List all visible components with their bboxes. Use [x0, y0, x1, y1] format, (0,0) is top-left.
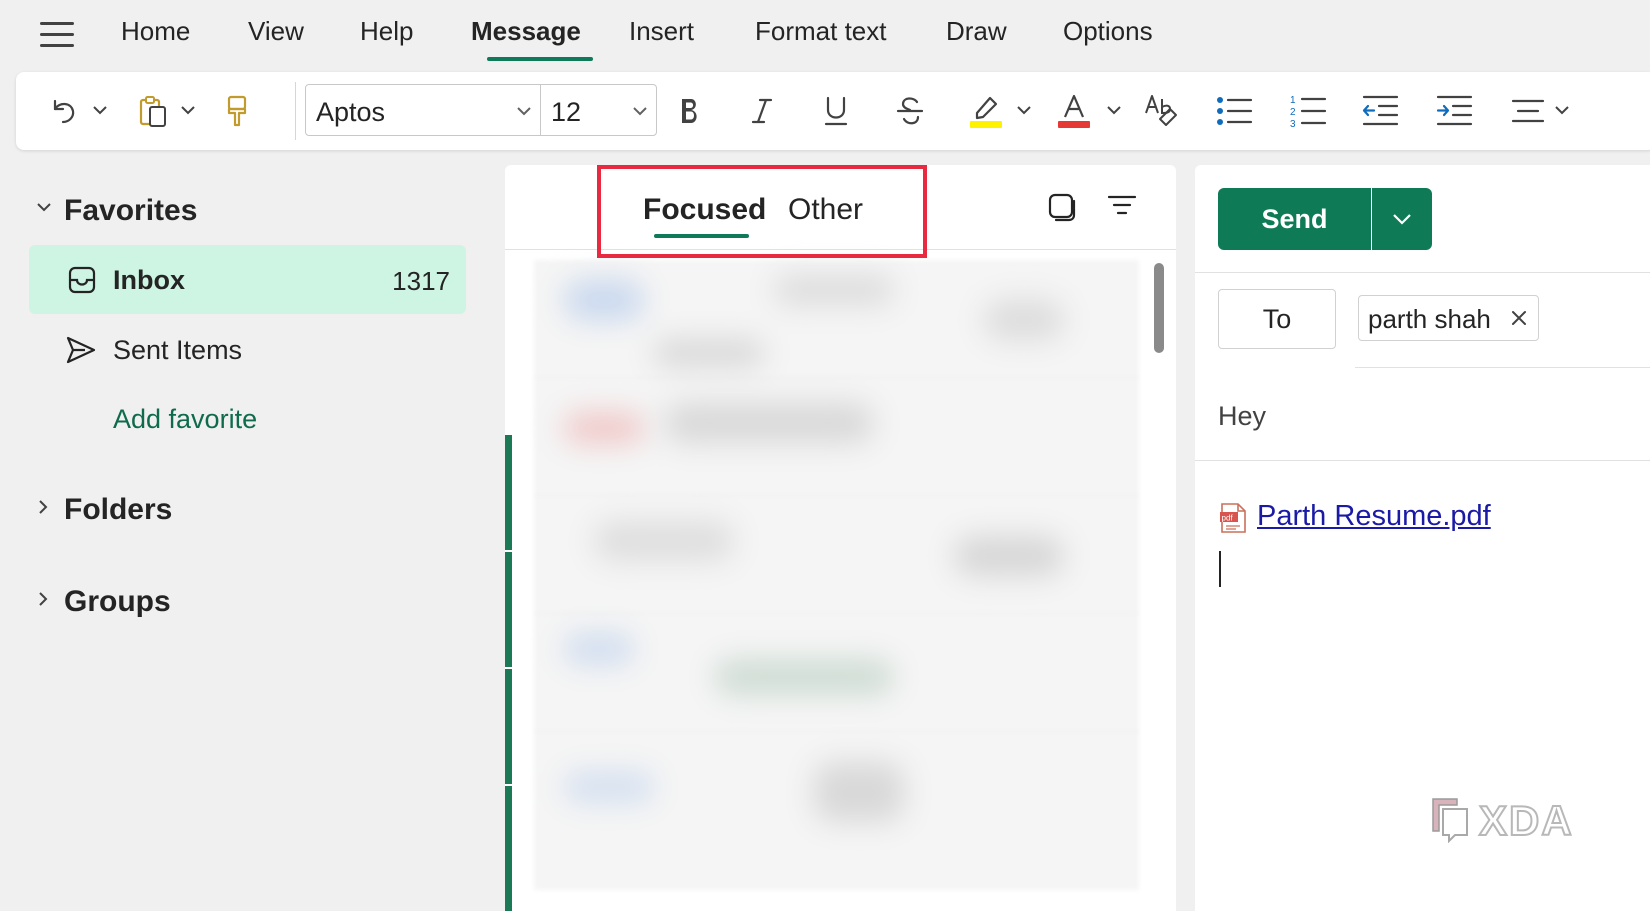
divider [1355, 367, 1650, 368]
focused-tab-indicator [654, 234, 749, 238]
message-list-blurred [534, 260, 1139, 890]
font-size-select[interactable]: 12 [540, 84, 657, 136]
font-color-dropdown-chevron-icon[interactable] [1106, 104, 1122, 116]
list-item[interactable] [534, 260, 1139, 378]
text-cursor [1219, 551, 1221, 587]
styles-icon[interactable] [1140, 90, 1184, 132]
recipient-name: parth shah [1368, 304, 1491, 334]
tab-other[interactable]: Other [788, 193, 863, 227]
folders-chevron-right-icon[interactable] [36, 498, 50, 516]
hamburger-menu-icon[interactable] [40, 22, 74, 48]
highlight-icon[interactable] [964, 90, 1008, 132]
tab-insert[interactable]: Insert [629, 16, 694, 47]
bold-icon[interactable] [670, 90, 710, 132]
xda-watermark-logo: XDA [1427, 795, 1573, 848]
select-mode-icon[interactable] [1046, 191, 1078, 223]
groups-header[interactable]: Groups [64, 585, 171, 619]
folders-header[interactable]: Folders [64, 493, 172, 527]
message-list-header: Focused Other [505, 165, 1176, 250]
undo-dropdown-chevron-icon[interactable] [92, 104, 108, 116]
unread-indicator [505, 552, 512, 667]
sidebar-item-inbox[interactable]: Inbox 1317 [29, 245, 466, 314]
unread-indicator [505, 786, 512, 911]
to-button[interactable]: To [1218, 289, 1336, 349]
chevron-down-icon [517, 107, 531, 116]
tab-options[interactable]: Options [1063, 16, 1153, 47]
tab-focused[interactable]: Focused [643, 193, 766, 227]
undo-icon[interactable] [42, 90, 84, 132]
divider [1195, 272, 1650, 273]
xda-logo-icon [1432, 798, 1468, 844]
unread-count-badge: 1317 [392, 266, 450, 296]
format-painter-icon[interactable] [216, 90, 258, 132]
ribbon-toolbar: Aptos 12 123 [16, 72, 1650, 150]
unread-indicator [505, 669, 512, 784]
paste-icon[interactable] [132, 90, 174, 132]
ribbon-separator [295, 82, 296, 140]
favorites-header[interactable]: Favorites [64, 194, 197, 228]
send-options-button[interactable] [1372, 188, 1432, 250]
compose-pane: Send To parth shah Hey pdf Parth Resume.… [1195, 165, 1650, 911]
inbox-icon [68, 266, 96, 294]
svg-text:1: 1 [1290, 95, 1296, 106]
groups-chevron-right-icon[interactable] [36, 590, 50, 608]
pdf-file-icon: pdf [1220, 503, 1246, 533]
filter-icon[interactable] [1107, 193, 1137, 219]
font-name-value: Aptos [316, 97, 386, 127]
add-favorite-link[interactable]: Add favorite [113, 404, 257, 435]
unread-indicator [505, 435, 512, 550]
align-icon[interactable] [1506, 90, 1550, 132]
message-list-panel: Focused Other [505, 165, 1176, 911]
svg-text:pdf: pdf [1222, 514, 1234, 523]
tab-help[interactable]: Help [360, 16, 413, 47]
sidebar-item-sent-items[interactable]: Sent Items [29, 317, 466, 383]
xda-logo-text: XDA [1478, 796, 1574, 845]
chevron-down-icon [1393, 214, 1411, 225]
increase-indent-icon[interactable] [1432, 90, 1476, 132]
tab-message[interactable]: Message [471, 16, 581, 47]
sidebar-item-label: Sent Items [113, 335, 243, 365]
font-name-select[interactable]: Aptos [305, 84, 541, 136]
recipient-chip[interactable]: parth shah [1358, 295, 1539, 341]
active-tab-indicator [487, 57, 593, 61]
font-color-icon[interactable] [1052, 90, 1096, 132]
bullets-icon[interactable] [1212, 90, 1256, 132]
tab-format-text[interactable]: Format text [755, 16, 886, 47]
message-list-scrollbar[interactable] [1154, 263, 1164, 353]
decrease-indent-icon[interactable] [1358, 90, 1402, 132]
font-size-value: 12 [551, 97, 582, 127]
underline-icon[interactable] [816, 90, 856, 132]
tab-draw[interactable]: Draw [946, 16, 1007, 47]
subject-field[interactable]: Hey [1218, 401, 1266, 432]
menu-bar: Home View Help Message Insert Format tex… [0, 0, 1650, 70]
strikethrough-icon[interactable] [890, 90, 930, 132]
sidebar-item-label: Inbox [113, 265, 185, 295]
remove-recipient-close-icon[interactable] [1510, 309, 1528, 327]
send-button[interactable]: Send [1218, 188, 1371, 250]
divider [1195, 460, 1650, 461]
svg-text:2: 2 [1290, 107, 1296, 118]
svg-text:3: 3 [1290, 119, 1296, 129]
list-item[interactable] [534, 496, 1139, 614]
italic-icon[interactable] [742, 90, 782, 132]
highlight-dropdown-chevron-icon[interactable] [1016, 104, 1032, 116]
tab-view[interactable]: View [248, 16, 304, 47]
send-icon [66, 336, 96, 364]
favorites-chevron-down-icon[interactable] [35, 200, 53, 214]
list-item[interactable] [534, 614, 1139, 732]
numbering-icon[interactable]: 123 [1286, 90, 1330, 132]
tab-home[interactable]: Home [121, 16, 190, 47]
list-item[interactable] [534, 732, 1139, 850]
attachment-filename[interactable]: Parth Resume.pdf [1257, 500, 1491, 533]
list-item[interactable] [534, 378, 1139, 496]
align-dropdown-chevron-icon[interactable] [1554, 104, 1570, 116]
chevron-down-icon [633, 107, 647, 116]
paste-dropdown-chevron-icon[interactable] [180, 104, 196, 116]
